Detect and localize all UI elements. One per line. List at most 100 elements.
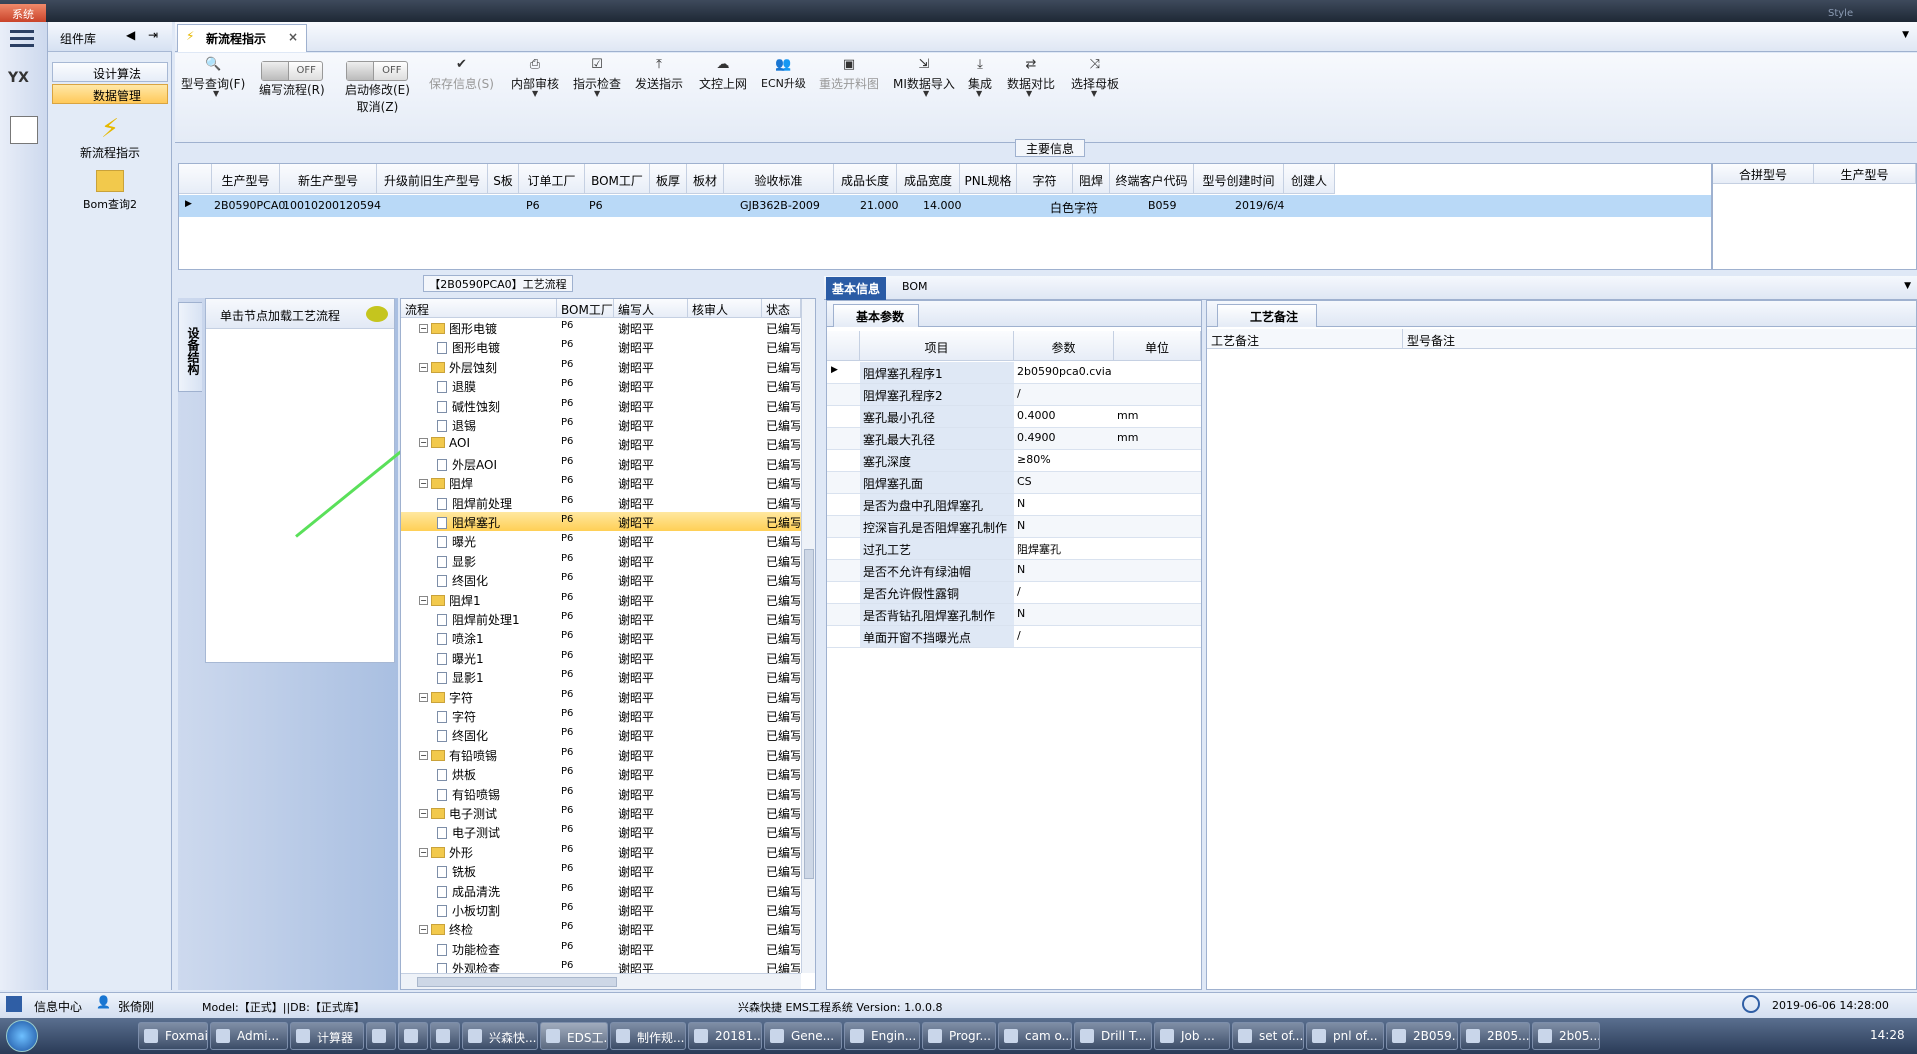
tree-node-label[interactable]: 曝光 bbox=[437, 533, 555, 550]
tree-node-label[interactable]: 成品清洗 bbox=[437, 883, 555, 900]
chevron-down-icon[interactable]: ▼ bbox=[923, 89, 929, 98]
start-button[interactable] bbox=[6, 1020, 38, 1052]
tree-row[interactable]: 烘板 P6 谢昭平 已编写 bbox=[401, 764, 801, 783]
tree-node-label[interactable]: 终固化 bbox=[437, 572, 555, 589]
tree-row[interactable]: 字符 P6 谢昭平 已编写 bbox=[401, 706, 801, 725]
taskbar-item[interactable]: Job ... bbox=[1154, 1022, 1230, 1050]
param-row[interactable]: 单面开窗不挡曝光点 / bbox=[827, 626, 1201, 648]
tab-bom[interactable]: BOM bbox=[896, 277, 934, 300]
tab-device-structure[interactable]: 设备结构 bbox=[178, 302, 202, 392]
param-value[interactable]: CS bbox=[1017, 475, 1111, 488]
param-row[interactable]: ▶ 阻焊塞孔程序1 2b0590pca0.cvia bbox=[827, 362, 1201, 384]
chevron-down-icon[interactable]: ▼ bbox=[1091, 89, 1097, 98]
tree-row[interactable]: − 外形 P6 谢昭平 已编写 bbox=[401, 842, 801, 861]
tree-row[interactable]: 碱性蚀刻 P6 谢昭平 已编写 bbox=[401, 396, 801, 415]
data-compare-button[interactable]: ⇄ 数据对比 bbox=[1007, 57, 1055, 92]
load-flow-header[interactable]: 单击节点加载工艺流程 bbox=[206, 299, 394, 329]
column-header[interactable]: 状态 bbox=[762, 299, 801, 318]
column-header[interactable]: 成品宽度 bbox=[897, 164, 960, 194]
param-row[interactable]: 是否不允许有绿油帽 N bbox=[827, 560, 1201, 582]
select-motherboard-button[interactable]: ⤨ 选择母板 bbox=[1071, 57, 1119, 92]
tree-node-label[interactable]: − 阻焊1 bbox=[419, 592, 555, 609]
tree-row[interactable]: 功能检查 P6 谢昭平 已编写 bbox=[401, 939, 801, 958]
write-flow-toggle[interactable]: OFF 编写流程(R) bbox=[259, 61, 325, 98]
tree-row[interactable]: − 阻焊1 P6 谢昭平 已编写 bbox=[401, 590, 801, 609]
column-header[interactable]: BOM工厂 bbox=[557, 299, 614, 318]
chevron-down-icon[interactable]: ▼ bbox=[976, 89, 982, 98]
model-notes-textarea[interactable] bbox=[1405, 351, 1905, 985]
taskbar-item[interactable]: set of... bbox=[1232, 1022, 1304, 1050]
collapse-toggle-icon[interactable]: − bbox=[419, 847, 428, 857]
collapse-toggle-icon[interactable]: − bbox=[419, 750, 428, 760]
taskbar-item[interactable] bbox=[398, 1022, 428, 1050]
tree-node-label[interactable]: 退锡 bbox=[437, 417, 555, 434]
param-value[interactable]: / bbox=[1017, 629, 1111, 642]
tree-node-label[interactable]: 外层AOI bbox=[437, 456, 555, 473]
tree-node-label[interactable]: 显影 bbox=[437, 553, 555, 570]
collapse-toggle-icon[interactable]: − bbox=[419, 324, 428, 333]
tree-node-label[interactable]: − 图形电镀 bbox=[419, 320, 555, 337]
collapse-toggle-icon[interactable]: − bbox=[419, 595, 428, 605]
tree-node-label[interactable]: 碱性蚀刻 bbox=[437, 398, 555, 415]
param-value[interactable]: 0.4000 bbox=[1017, 409, 1111, 422]
param-value[interactable]: 阻焊塞孔 bbox=[1017, 541, 1111, 557]
tab-new-flow[interactable]: ⚡ 新流程指示 × bbox=[177, 24, 307, 52]
column-header[interactable]: 生产型号 bbox=[212, 164, 280, 194]
taskbar-item[interactable]: pnl of... bbox=[1306, 1022, 1384, 1050]
table-cell[interactable]: 10010200120594 bbox=[283, 195, 381, 217]
close-icon[interactable]: × bbox=[288, 30, 298, 44]
tree-row[interactable]: 小板切割 P6 谢昭平 已编写 bbox=[401, 900, 801, 919]
table-cell[interactable]: 2019/6/4 bbox=[1235, 195, 1284, 217]
tree-node-label[interactable]: 图形电镀 bbox=[437, 339, 555, 356]
collapse-icon[interactable]: ◀ bbox=[126, 28, 135, 42]
column-header[interactable]: 验收标准 bbox=[724, 164, 834, 194]
taskbar-item[interactable]: 2B05... bbox=[1460, 1022, 1530, 1050]
tab-basic-info[interactable]: 基本信息 bbox=[826, 277, 887, 300]
param-row[interactable]: 是否允许假性露铜 / bbox=[827, 582, 1201, 604]
param-row[interactable]: 是否为盘中孔阻焊塞孔 N bbox=[827, 494, 1201, 516]
taskbar-item[interactable]: Progr... bbox=[922, 1022, 996, 1050]
column-header[interactable]: 编写人 bbox=[614, 299, 688, 318]
save-info-button[interactable]: ✔ 保存信息(S) bbox=[429, 57, 494, 92]
taskbar-item[interactable]: 计算器 bbox=[290, 1022, 364, 1050]
chevron-down-icon[interactable]: ▼ bbox=[532, 89, 538, 98]
tree-node-label[interactable]: 字符 bbox=[437, 708, 555, 725]
scroll-thumb[interactable] bbox=[804, 549, 814, 879]
integrate-button[interactable]: ⤓ 集成 bbox=[968, 57, 992, 92]
tree-node-label[interactable]: − 电子测试 bbox=[419, 805, 555, 822]
column-header[interactable]: 流程 bbox=[401, 299, 557, 318]
table-cell[interactable]: P6 bbox=[526, 195, 540, 217]
tree-node-label[interactable]: − 字符 bbox=[419, 689, 555, 706]
tab-process-notes[interactable]: 工艺备注 bbox=[1217, 304, 1317, 327]
tree-node-label[interactable]: − AOI bbox=[419, 436, 555, 450]
collapse-toggle-icon[interactable]: − bbox=[419, 692, 428, 702]
taskbar-item[interactable]: 2b05... bbox=[1532, 1022, 1600, 1050]
taskbar-item[interactable]: Admi... bbox=[210, 1022, 288, 1050]
tree-node-label[interactable]: 阻焊前处理1 bbox=[437, 611, 555, 628]
tree-row[interactable]: 阻焊塞孔 P6 谢昭平 已编写 bbox=[401, 512, 801, 531]
param-value[interactable]: / bbox=[1017, 387, 1111, 400]
taskbar-item[interactable]: EDS工... bbox=[540, 1022, 608, 1050]
yx-app-icon[interactable]: YX bbox=[8, 70, 38, 98]
doc-control-button[interactable]: ☁ 文控上网 bbox=[699, 57, 747, 92]
taskbar-item[interactable]: 2B059... bbox=[1386, 1022, 1458, 1050]
sidebar-new-flow[interactable]: ⚡ 新流程指示 bbox=[52, 114, 168, 161]
tree-row[interactable]: 有铅喷锡 P6 谢昭平 已编写 bbox=[401, 784, 801, 803]
calculator-icon[interactable] bbox=[10, 116, 38, 144]
ecn-upgrade-button[interactable]: 👥 ECN升级 bbox=[761, 57, 806, 91]
param-row[interactable]: 控深盲孔是否阻焊塞孔制作 N bbox=[827, 516, 1201, 538]
param-value[interactable]: 0.4900 bbox=[1017, 431, 1111, 444]
column-header[interactable]: S板 bbox=[488, 164, 519, 194]
taskbar-item[interactable] bbox=[366, 1022, 396, 1050]
param-value[interactable]: N bbox=[1017, 563, 1111, 576]
collapse-toggle-icon[interactable]: − bbox=[419, 438, 428, 448]
grid-icon[interactable] bbox=[6, 996, 22, 1012]
tree-node-label[interactable]: 小板切割 bbox=[437, 902, 555, 919]
column-header[interactable]: 订单工厂 bbox=[519, 164, 585, 194]
query-model-button[interactable]: 🔍 型号查询(F) bbox=[181, 57, 245, 92]
tab-basic-params[interactable]: 基本参数 bbox=[833, 304, 919, 327]
tree-row[interactable]: − 有铅喷锡 P6 谢昭平 已编写 bbox=[401, 745, 801, 764]
column-header[interactable]: PNL规格 bbox=[960, 164, 1017, 194]
column-header[interactable]: 字符 bbox=[1017, 164, 1073, 194]
param-value[interactable]: / bbox=[1017, 585, 1111, 598]
